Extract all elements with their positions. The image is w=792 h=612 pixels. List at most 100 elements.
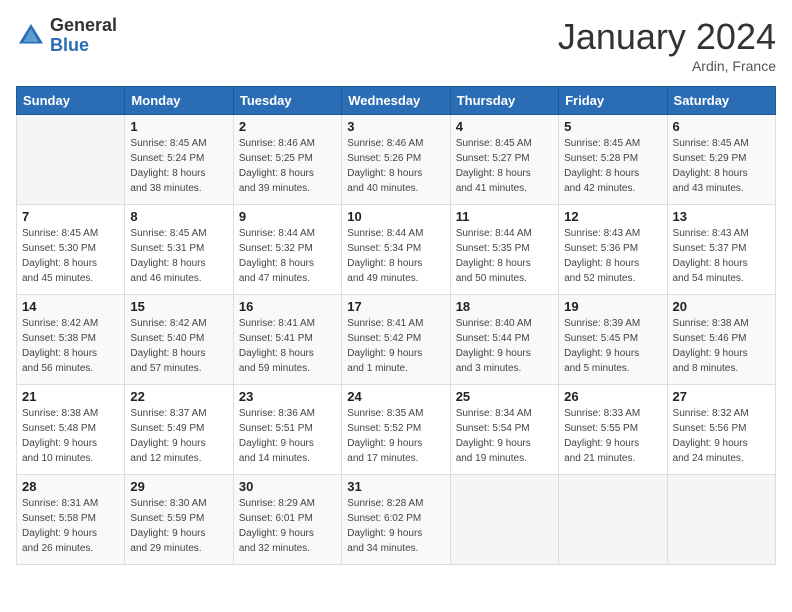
header-wednesday: Wednesday: [342, 87, 450, 115]
day-info: Sunrise: 8:45 AMSunset: 5:27 PMDaylight:…: [456, 136, 553, 196]
header-thursday: Thursday: [450, 87, 558, 115]
calendar-table: Sunday Monday Tuesday Wednesday Thursday…: [16, 86, 776, 565]
calendar-cell: 4 Sunrise: 8:45 AMSunset: 5:27 PMDaylight…: [450, 115, 558, 205]
day-number: 29: [130, 479, 227, 494]
day-info: Sunrise: 8:35 AMSunset: 5:52 PMDaylight:…: [347, 406, 444, 466]
logo-icon: [16, 21, 46, 51]
day-info: Sunrise: 8:37 AMSunset: 5:49 PMDaylight:…: [130, 406, 227, 466]
calendar-cell: 16 Sunrise: 8:41 AMSunset: 5:41 PMDayligh…: [233, 295, 341, 385]
calendar-cell: 21 Sunrise: 8:38 AMSunset: 5:48 PMDayligh…: [17, 385, 125, 475]
calendar-cell: [559, 475, 667, 565]
day-info: Sunrise: 8:41 AMSunset: 5:42 PMDaylight:…: [347, 316, 444, 376]
day-number: 19: [564, 299, 661, 314]
day-info: Sunrise: 8:42 AMSunset: 5:40 PMDaylight:…: [130, 316, 227, 376]
calendar-cell: 13 Sunrise: 8:43 AMSunset: 5:37 PMDayligh…: [667, 205, 775, 295]
calendar-cell: 23 Sunrise: 8:36 AMSunset: 5:51 PMDayligh…: [233, 385, 341, 475]
day-number: 16: [239, 299, 336, 314]
day-number: 25: [456, 389, 553, 404]
day-info: Sunrise: 8:41 AMSunset: 5:41 PMDaylight:…: [239, 316, 336, 376]
calendar-cell: 18Sunrise: 8:40 AMSunset: 5:44 PMDayligh…: [450, 295, 558, 385]
calendar-cell: 17Sunrise: 8:41 AMSunset: 5:42 PMDayligh…: [342, 295, 450, 385]
header-friday: Friday: [559, 87, 667, 115]
calendar-cell: [17, 115, 125, 205]
calendar-cell: 7 Sunrise: 8:45 AMSunset: 5:30 PMDaylight…: [17, 205, 125, 295]
calendar-header: Sunday Monday Tuesday Wednesday Thursday…: [17, 87, 776, 115]
calendar-week-4: 28Sunrise: 8:31 AMSunset: 5:58 PMDayligh…: [17, 475, 776, 565]
day-number: 11: [456, 209, 553, 224]
calendar-cell: 20Sunrise: 8:38 AMSunset: 5:46 PMDayligh…: [667, 295, 775, 385]
day-info: Sunrise: 8:46 AMSunset: 5:25 PMDaylight:…: [239, 136, 336, 196]
day-number: 8: [130, 209, 227, 224]
day-info: Sunrise: 8:39 AMSunset: 5:45 PMDaylight:…: [564, 316, 661, 376]
calendar-cell: 24 Sunrise: 8:35 AMSunset: 5:52 PMDayligh…: [342, 385, 450, 475]
calendar-week-0: 1 Sunrise: 8:45 AMSunset: 5:24 PMDaylight…: [17, 115, 776, 205]
day-info: Sunrise: 8:43 AMSunset: 5:37 PMDaylight:…: [673, 226, 770, 286]
day-number: 6: [673, 119, 770, 134]
calendar-cell: 6Sunrise: 8:45 AMSunset: 5:29 PMDaylight…: [667, 115, 775, 205]
day-number: 12: [564, 209, 661, 224]
header-sunday: Sunday: [17, 87, 125, 115]
calendar-cell: 10Sunrise: 8:44 AMSunset: 5:34 PMDayligh…: [342, 205, 450, 295]
day-number: 21: [22, 389, 119, 404]
day-info: Sunrise: 8:32 AMSunset: 5:56 PMDaylight:…: [673, 406, 770, 466]
day-number: 18: [456, 299, 553, 314]
calendar-cell: 14Sunrise: 8:42 AMSunset: 5:38 PMDayligh…: [17, 295, 125, 385]
day-number: 28: [22, 479, 119, 494]
day-info: Sunrise: 8:44 AMSunset: 5:32 PMDaylight:…: [239, 226, 336, 286]
calendar-week-3: 21 Sunrise: 8:38 AMSunset: 5:48 PMDayligh…: [17, 385, 776, 475]
calendar-cell: 27 Sunrise: 8:32 AMSunset: 5:56 PMDayligh…: [667, 385, 775, 475]
day-info: Sunrise: 8:45 AMSunset: 5:28 PMDaylight:…: [564, 136, 661, 196]
calendar-cell: [450, 475, 558, 565]
day-number: 9: [239, 209, 336, 224]
calendar-cell: [667, 475, 775, 565]
logo-general: General: [50, 16, 117, 36]
day-number: 7: [22, 209, 119, 224]
calendar-cell: 26 Sunrise: 8:33 AMSunset: 5:55 PMDayligh…: [559, 385, 667, 475]
calendar-cell: 30Sunrise: 8:29 AMSunset: 6:01 PMDayligh…: [233, 475, 341, 565]
calendar-cell: 9 Sunrise: 8:44 AMSunset: 5:32 PMDaylight…: [233, 205, 341, 295]
calendar-cell: 25Sunrise: 8:34 AMSunset: 5:54 PMDayligh…: [450, 385, 558, 475]
day-info: Sunrise: 8:33 AMSunset: 5:55 PMDaylight:…: [564, 406, 661, 466]
day-info: Sunrise: 8:45 AMSunset: 5:31 PMDaylight:…: [130, 226, 227, 286]
logo-text: General Blue: [50, 16, 117, 56]
day-number: 15: [130, 299, 227, 314]
day-number: 24: [347, 389, 444, 404]
calendar-cell: 19 Sunrise: 8:39 AMSunset: 5:45 PMDayligh…: [559, 295, 667, 385]
day-info: Sunrise: 8:28 AMSunset: 6:02 PMDaylight:…: [347, 496, 444, 556]
calendar-week-2: 14Sunrise: 8:42 AMSunset: 5:38 PMDayligh…: [17, 295, 776, 385]
day-number: 31: [347, 479, 444, 494]
calendar-cell: 12 Sunrise: 8:43 AMSunset: 5:36 PMDayligh…: [559, 205, 667, 295]
day-number: 13: [673, 209, 770, 224]
header-monday: Monday: [125, 87, 233, 115]
day-number: 27: [673, 389, 770, 404]
calendar-cell: 3Sunrise: 8:46 AMSunset: 5:26 PMDaylight…: [342, 115, 450, 205]
logo-blue: Blue: [50, 36, 117, 56]
day-info: Sunrise: 8:36 AMSunset: 5:51 PMDaylight:…: [239, 406, 336, 466]
day-info: Sunrise: 8:45 AMSunset: 5:30 PMDaylight:…: [22, 226, 119, 286]
day-number: 10: [347, 209, 444, 224]
day-number: 2: [239, 119, 336, 134]
day-number: 3: [347, 119, 444, 134]
calendar-cell: 1 Sunrise: 8:45 AMSunset: 5:24 PMDaylight…: [125, 115, 233, 205]
day-info: Sunrise: 8:30 AMSunset: 5:59 PMDaylight:…: [130, 496, 227, 556]
day-number: 26: [564, 389, 661, 404]
day-info: Sunrise: 8:38 AMSunset: 5:48 PMDaylight:…: [22, 406, 119, 466]
day-number: 4: [456, 119, 553, 134]
header-saturday: Saturday: [667, 87, 775, 115]
day-info: Sunrise: 8:29 AMSunset: 6:01 PMDaylight:…: [239, 496, 336, 556]
day-number: 23: [239, 389, 336, 404]
day-info: Sunrise: 8:45 AMSunset: 5:24 PMDaylight:…: [130, 136, 227, 196]
day-info: Sunrise: 8:44 AMSunset: 5:35 PMDaylight:…: [456, 226, 553, 286]
calendar-cell: 22 Sunrise: 8:37 AMSunset: 5:49 PMDayligh…: [125, 385, 233, 475]
calendar-cell: 2 Sunrise: 8:46 AMSunset: 5:25 PMDaylight…: [233, 115, 341, 205]
day-number: 20: [673, 299, 770, 314]
title-block: January 2024 Ardin, France: [558, 16, 776, 74]
day-info: Sunrise: 8:43 AMSunset: 5:36 PMDaylight:…: [564, 226, 661, 286]
day-number: 5: [564, 119, 661, 134]
calendar-cell: 15 Sunrise: 8:42 AMSunset: 5:40 PMDayligh…: [125, 295, 233, 385]
day-info: Sunrise: 8:42 AMSunset: 5:38 PMDaylight:…: [22, 316, 119, 376]
calendar-cell: 28Sunrise: 8:31 AMSunset: 5:58 PMDayligh…: [17, 475, 125, 565]
day-number: 22: [130, 389, 227, 404]
calendar-cell: 8 Sunrise: 8:45 AMSunset: 5:31 PMDaylight…: [125, 205, 233, 295]
day-number: 1: [130, 119, 227, 134]
